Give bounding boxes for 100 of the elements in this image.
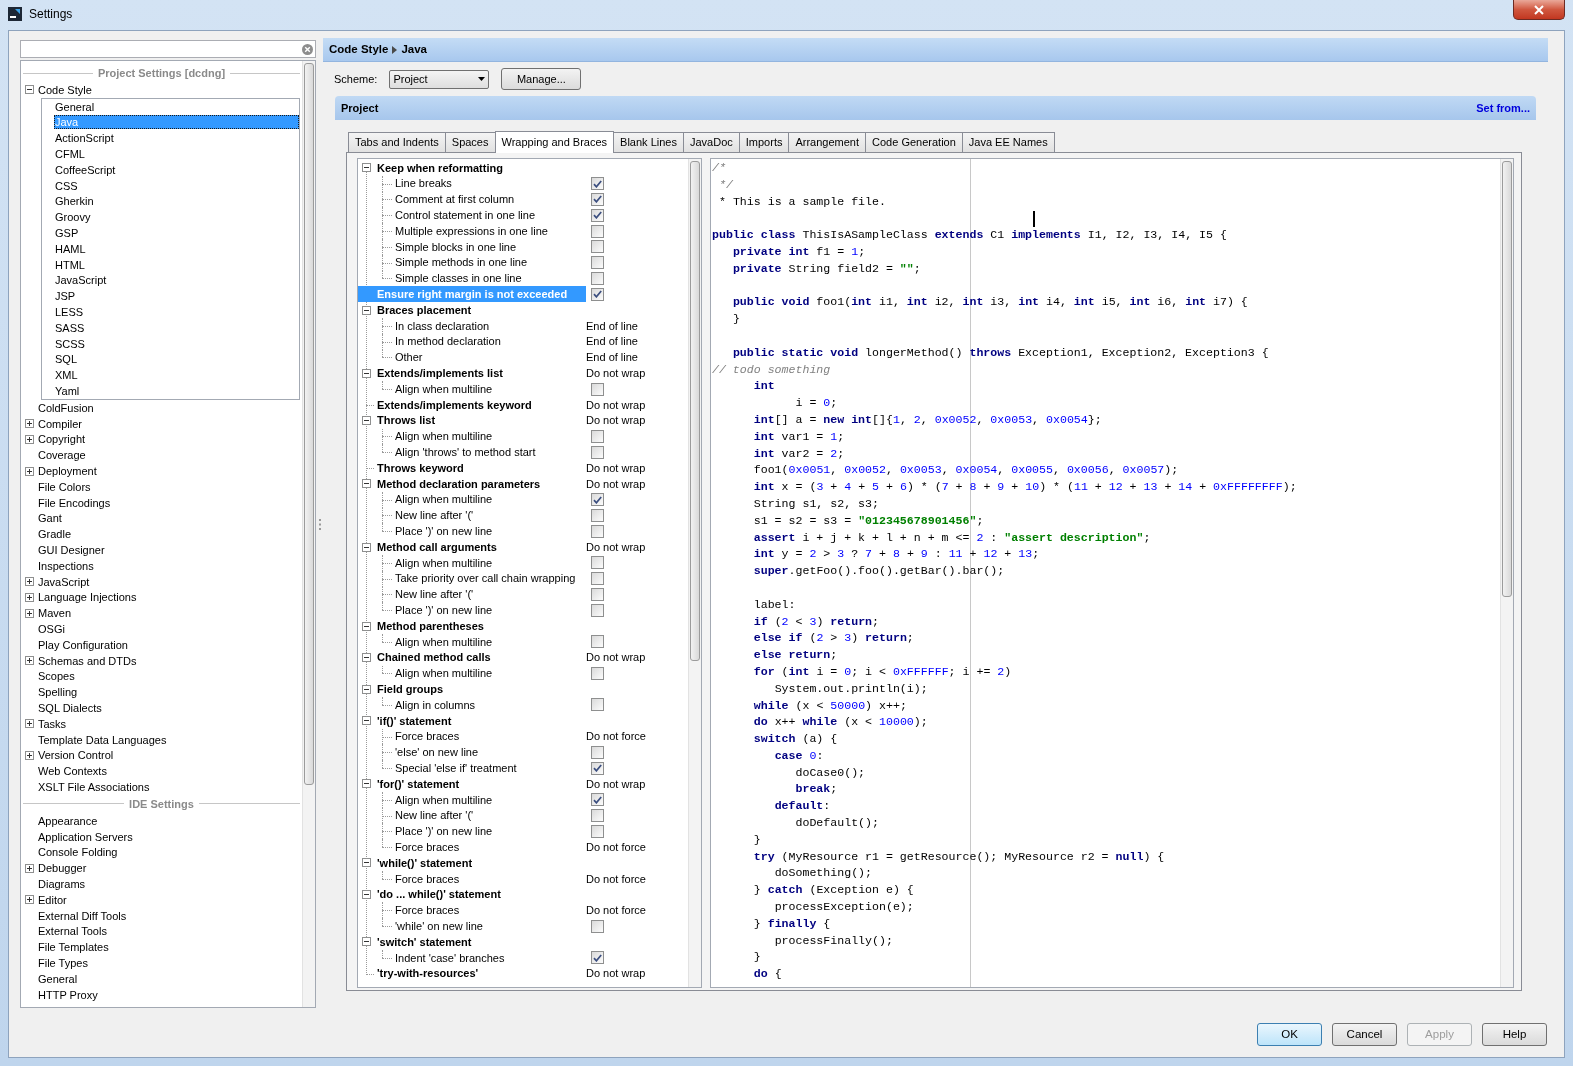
sidebar-item[interactable]: Code Style <box>37 82 93 97</box>
sidebar-item[interactable]: ActionScript <box>54 131 115 146</box>
tab[interactable]: Blank Lines <box>613 132 684 152</box>
option-value[interactable]: Do not force <box>586 728 646 745</box>
collapse-icon[interactable] <box>361 684 371 694</box>
option-label[interactable]: Simple blocks in one line <box>392 239 519 255</box>
tab[interactable]: Code Generation <box>865 132 963 152</box>
option-label[interactable]: Align when multiline <box>392 633 495 650</box>
checkbox[interactable] <box>591 287 604 301</box>
scrollbar-thumb[interactable] <box>304 63 314 785</box>
option-label[interactable]: Comment at first column <box>392 191 517 208</box>
sidebar-item[interactable]: External Tools <box>37 924 108 939</box>
checkbox[interactable] <box>591 761 604 775</box>
checkbox[interactable] <box>591 256 604 270</box>
option-heading[interactable]: Method declaration parameters <box>374 475 543 492</box>
expand-icon[interactable] <box>25 863 34 873</box>
checkbox[interactable] <box>591 445 604 459</box>
sidebar-item[interactable]: File Colors <box>37 479 92 494</box>
tab[interactable]: Wrapping and Braces <box>494 131 615 153</box>
option-value[interactable]: Do not wrap <box>586 396 646 414</box>
option-label[interactable]: In class declaration <box>392 317 492 334</box>
tab[interactable]: Imports <box>738 132 790 152</box>
option-label[interactable]: Simple classes in one line <box>392 270 524 287</box>
collapse-icon[interactable] <box>361 716 371 726</box>
checkbox[interactable] <box>591 556 604 570</box>
option-heading[interactable]: Extends/implements list <box>374 365 505 382</box>
option-value[interactable]: Do not wrap <box>586 775 646 793</box>
sidebar-item[interactable]: Deployment <box>37 464 98 478</box>
checkbox[interactable] <box>591 208 604 222</box>
sidebar-item[interactable]: Editor <box>37 892 68 907</box>
collapse-icon[interactable] <box>25 85 34 95</box>
sidebar-item[interactable]: JavaScript <box>37 574 91 589</box>
option-heading[interactable]: 'if()' statement <box>374 712 454 729</box>
option-value[interactable]: Do not wrap <box>586 459 646 477</box>
option-value[interactable]: Do not wrap <box>586 475 646 493</box>
expand-icon[interactable] <box>25 434 34 444</box>
sidebar-item[interactable]: JSP <box>54 289 77 304</box>
sidebar-item[interactable]: General <box>54 99 96 114</box>
collapse-icon[interactable] <box>361 653 371 663</box>
sidebar-item[interactable]: Template Data Languages <box>37 732 168 747</box>
sidebar-item[interactable]: SQL Dialects <box>37 700 103 715</box>
sidebar-item[interactable]: Groovy <box>54 210 92 225</box>
sidebar-item[interactable]: External Diff Tools <box>37 908 128 923</box>
option-value[interactable]: End of line <box>586 317 638 335</box>
checkbox[interactable] <box>591 587 604 601</box>
sidebar-item[interactable]: GUI Designer <box>37 543 106 557</box>
checkbox[interactable] <box>591 429 604 443</box>
sidebar-item[interactable]: General <box>37 971 79 986</box>
checkbox[interactable] <box>591 793 604 807</box>
option-heading[interactable]: Chained method calls <box>374 649 493 666</box>
set-from-link[interactable]: Set from... <box>1476 99 1530 117</box>
sidebar-item[interactable]: Debugger <box>37 861 88 876</box>
option-heading[interactable]: 'for()' statement <box>374 776 462 792</box>
sidebar-item[interactable]: SCSS <box>54 336 86 351</box>
option-value[interactable]: Do not wrap <box>586 365 646 382</box>
option-label[interactable]: Other <box>392 349 425 366</box>
checkbox[interactable] <box>591 508 604 522</box>
sidebar-item[interactable]: Tasks <box>37 716 68 731</box>
collapse-icon[interactable] <box>361 542 371 552</box>
sidebar-item[interactable]: Gradle <box>37 527 73 542</box>
option-label[interactable]: Align in columns <box>392 697 478 713</box>
expand-icon[interactable] <box>25 656 34 666</box>
sidebar-item[interactable]: Gherkin <box>54 194 95 209</box>
option-heading[interactable]: Field groups <box>374 681 445 698</box>
sidebar-item[interactable]: Language Injections <box>37 590 138 605</box>
sidebar-item[interactable]: Yaml <box>54 384 81 399</box>
sidebar-item[interactable]: Scopes <box>37 669 76 684</box>
checkbox[interactable] <box>591 824 604 838</box>
sidebar-item[interactable]: HTTP Proxy <box>37 987 99 1002</box>
sidebar-item[interactable]: LESS <box>54 305 85 320</box>
option-label[interactable]: Special 'else if' treatment <box>392 760 519 777</box>
sidebar-item[interactable]: Copyright <box>37 432 87 447</box>
option-value[interactable]: Do not wrap <box>586 649 646 666</box>
close-button[interactable] <box>1513 0 1565 20</box>
clear-icon[interactable] <box>302 43 313 55</box>
scheme-dropdown[interactable]: Project <box>389 69 490 89</box>
option-heading[interactable]: Throws keyword <box>374 460 466 476</box>
scrollbar-thumb[interactable] <box>1502 161 1512 597</box>
checkbox[interactable] <box>591 603 604 617</box>
option-label[interactable]: Align when multiline <box>392 554 495 571</box>
sidebar-item[interactable]: Schemas and DTDs <box>37 653 138 668</box>
collapse-icon[interactable] <box>361 890 371 900</box>
checkbox[interactable] <box>591 240 604 254</box>
option-value[interactable]: End of line <box>586 349 638 366</box>
option-label[interactable]: Control statement in one line <box>392 207 538 224</box>
checkbox[interactable] <box>591 382 604 396</box>
collapse-icon[interactable] <box>361 779 371 789</box>
sidebar-item[interactable]: Compiler <box>37 416 83 431</box>
expand-icon[interactable] <box>25 419 34 429</box>
option-label[interactable]: Align when multiline <box>392 791 495 808</box>
sidebar-item[interactable]: SASS <box>54 320 86 335</box>
sidebar-item[interactable]: Diagrams <box>37 876 87 891</box>
option-label[interactable]: New line after '(' <box>392 807 476 824</box>
collapse-icon[interactable] <box>361 416 371 426</box>
sidebar-item[interactable]: GSP <box>54 226 80 241</box>
checkbox[interactable] <box>591 524 604 538</box>
sidebar-item[interactable]: File Encodings <box>37 495 112 510</box>
option-heading[interactable]: Throws list <box>374 412 438 429</box>
option-label[interactable]: Align when multiline <box>392 381 495 397</box>
sidebar-item[interactable]: ColdFusion <box>37 400 95 415</box>
